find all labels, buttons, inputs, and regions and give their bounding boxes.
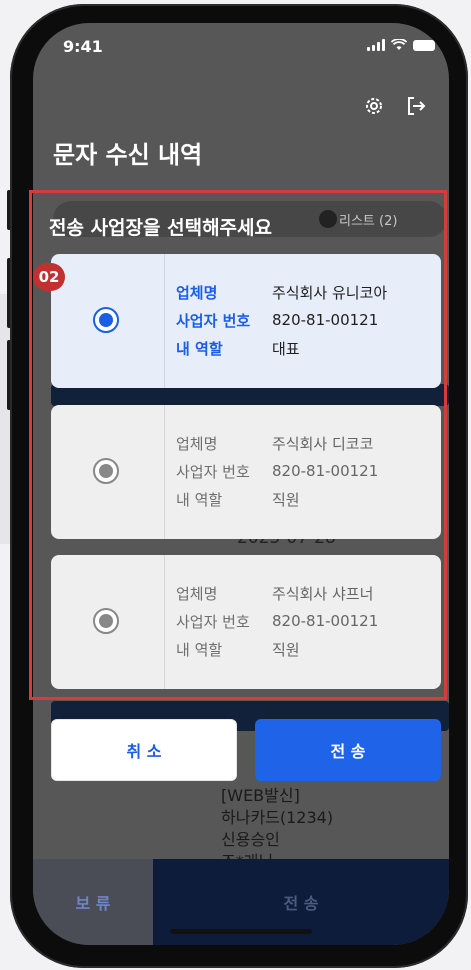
radio-dot	[99, 614, 113, 628]
status-icons	[367, 39, 435, 51]
message-line: [WEB발신]	[221, 786, 300, 805]
battery-icon	[413, 39, 435, 51]
role-label: 내 역할	[176, 490, 223, 509]
biz-no-value: 820-81-00121	[272, 462, 379, 480]
cancel-button[interactable]: 취 소	[51, 719, 237, 781]
header-icons	[363, 95, 427, 117]
card-divider	[164, 254, 165, 388]
role-value: 대표	[272, 339, 300, 358]
company-card[interactable]: 업체명 주식회사 디코코 사업자 번호 820-81-00121 내 역할 직원	[51, 405, 441, 539]
biz-no-label: 사업자 번호	[176, 311, 251, 330]
hold-button[interactable]: 보 류	[33, 859, 153, 945]
card-divider	[164, 405, 165, 539]
company-info: 업체명 주식회사 디코코 사업자 번호 820-81-00121 내 역할 직원	[176, 429, 378, 513]
logout-icon[interactable]	[405, 95, 427, 117]
company-card[interactable]: 업체명 주식회사 유니코아 사업자 번호 820-81-00121 내 역할 대표	[51, 254, 441, 388]
radio-button[interactable]	[93, 608, 119, 634]
company-label: 업체명	[176, 434, 218, 453]
company-name: 주식회사 유니코아	[272, 283, 388, 302]
biz-no-label: 사업자 번호	[176, 612, 250, 631]
role-label: 내 역할	[176, 640, 223, 659]
role-value: 직원	[272, 490, 300, 509]
step-badge: 02	[33, 263, 65, 291]
status-time: 9:41	[63, 37, 103, 56]
radio-button[interactable]	[93, 307, 119, 333]
radio-dot	[99, 464, 113, 478]
signal-icon	[367, 39, 385, 51]
phone-frame: 9:41 문자 수신 내역 리스트 (2) 2025-07-28 전송 사업장을…	[10, 4, 468, 968]
company-card[interactable]: 업체명 주식회사 샤프너 사업자 번호 820-81-00121 내 역할 직원	[51, 555, 441, 689]
stage: 9:41 문자 수신 내역 리스트 (2) 2025-07-28 전송 사업장을…	[0, 0, 471, 970]
role-value: 직원	[272, 640, 300, 659]
company-label: 업체명	[176, 584, 218, 603]
biz-no-value: 820-81-00121	[272, 311, 379, 329]
company-label: 업체명	[176, 283, 218, 302]
screen: 9:41 문자 수신 내역 리스트 (2) 2025-07-28 전송 사업장을…	[33, 23, 449, 945]
company-info: 업체명 주식회사 유니코아 사업자 번호 820-81-00121 내 역할 대표	[176, 278, 387, 362]
message-line: 하나카드(1234)	[221, 808, 334, 827]
radio-dot	[99, 313, 113, 327]
page-title: 문자 수신 내역	[53, 141, 203, 169]
company-name: 주식회사 샤프너	[272, 584, 374, 603]
modal-prompt: 전송 사업장을 선택해주세요	[49, 217, 272, 239]
send-button[interactable]: 전 송	[255, 719, 441, 781]
company-name: 주식회사 디코코	[272, 434, 374, 453]
home-indicator	[170, 929, 312, 934]
status-bar: 9:41	[33, 23, 449, 71]
gear-icon[interactable]	[363, 95, 385, 117]
radio-button[interactable]	[93, 458, 119, 484]
biz-no-value: 820-81-00121	[272, 612, 379, 630]
message-line: 신용승인	[221, 830, 280, 849]
card-divider	[164, 555, 165, 689]
role-label: 내 역할	[176, 339, 223, 358]
wifi-icon	[391, 39, 407, 50]
biz-no-label: 사업자 번호	[176, 462, 250, 481]
company-info: 업체명 주식회사 샤프너 사업자 번호 820-81-00121 내 역할 직원	[176, 579, 378, 663]
